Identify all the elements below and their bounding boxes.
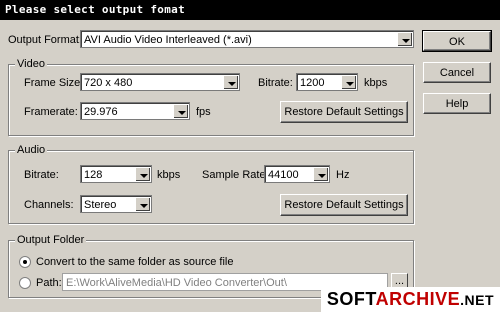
same-folder-label[interactable]: Convert to the same folder as source fil…	[36, 255, 233, 269]
frame-size-select[interactable]: 720 x 480	[80, 73, 240, 91]
audio-restore-defaults-button[interactable]: Restore Default Settings	[280, 194, 408, 216]
output-format-value: AVI Audio Video Interleaved (*.avi)	[84, 34, 252, 46]
channels-label: Channels:	[24, 199, 74, 211]
audio-bitrate-select[interactable]: 128	[80, 165, 152, 183]
chevron-down-icon[interactable]	[397, 32, 412, 46]
chevron-down-icon[interactable]	[135, 197, 150, 211]
sample-rate-value: 44100	[268, 169, 299, 181]
output-folder-group-title: Output Folder	[15, 233, 87, 247]
chevron-down-icon[interactable]	[173, 104, 188, 118]
chevron-down-icon[interactable]	[135, 167, 150, 181]
channels-value: Stereo	[84, 199, 117, 211]
video-bitrate-label: Bitrate:	[258, 77, 293, 89]
frame-size-label: Frame Size:	[24, 77, 84, 89]
path-value: E:\Work\AliveMedia\HD Video Converter\Ou…	[66, 277, 287, 289]
cancel-button[interactable]: Cancel	[423, 62, 491, 83]
path-label[interactable]: Path:	[36, 276, 62, 290]
audio-bitrate-value: 128	[84, 169, 103, 181]
help-button[interactable]: Help	[423, 93, 491, 114]
chevron-down-icon[interactable]	[223, 75, 238, 89]
channels-select[interactable]: Stereo	[80, 195, 152, 213]
video-bitrate-select[interactable]: 1200	[296, 73, 358, 91]
sample-rate-select[interactable]: 44100	[264, 165, 330, 183]
frame-size-value: 720 x 480	[84, 77, 133, 89]
audio-bitrate-unit: kbps	[157, 169, 181, 181]
audio-bitrate-label: Bitrate:	[24, 169, 59, 181]
chevron-down-icon[interactable]	[313, 167, 328, 181]
window-title: Please select output fomat	[5, 3, 185, 16]
path-radio[interactable]	[19, 277, 31, 289]
title-bar: Please select output fomat	[0, 0, 500, 20]
output-format-select[interactable]: AVI Audio Video Interleaved (*.avi)	[80, 30, 414, 48]
framerate-label: Framerate:	[24, 106, 78, 118]
sample-rate-label: Sample Rate:	[202, 169, 269, 181]
framerate-select[interactable]: 29.976	[80, 102, 190, 120]
framerate-value: 29.976	[84, 106, 118, 118]
video-restore-defaults-button[interactable]: Restore Default Settings	[280, 101, 408, 123]
chevron-down-icon[interactable]	[341, 75, 356, 89]
same-folder-radio[interactable]	[19, 256, 31, 268]
audio-group-title: Audio	[15, 143, 48, 157]
video-group-title: Video	[15, 57, 47, 71]
watermark-logo: SOFTARCHIVE.NET	[320, 287, 500, 312]
sample-rate-unit: Hz	[336, 169, 350, 181]
framerate-unit: fps	[196, 106, 211, 118]
ok-button[interactable]: OK	[422, 30, 492, 52]
output-format-label: Output Format:	[8, 34, 82, 46]
video-bitrate-unit: kbps	[364, 77, 388, 89]
video-bitrate-value: 1200	[300, 77, 325, 89]
